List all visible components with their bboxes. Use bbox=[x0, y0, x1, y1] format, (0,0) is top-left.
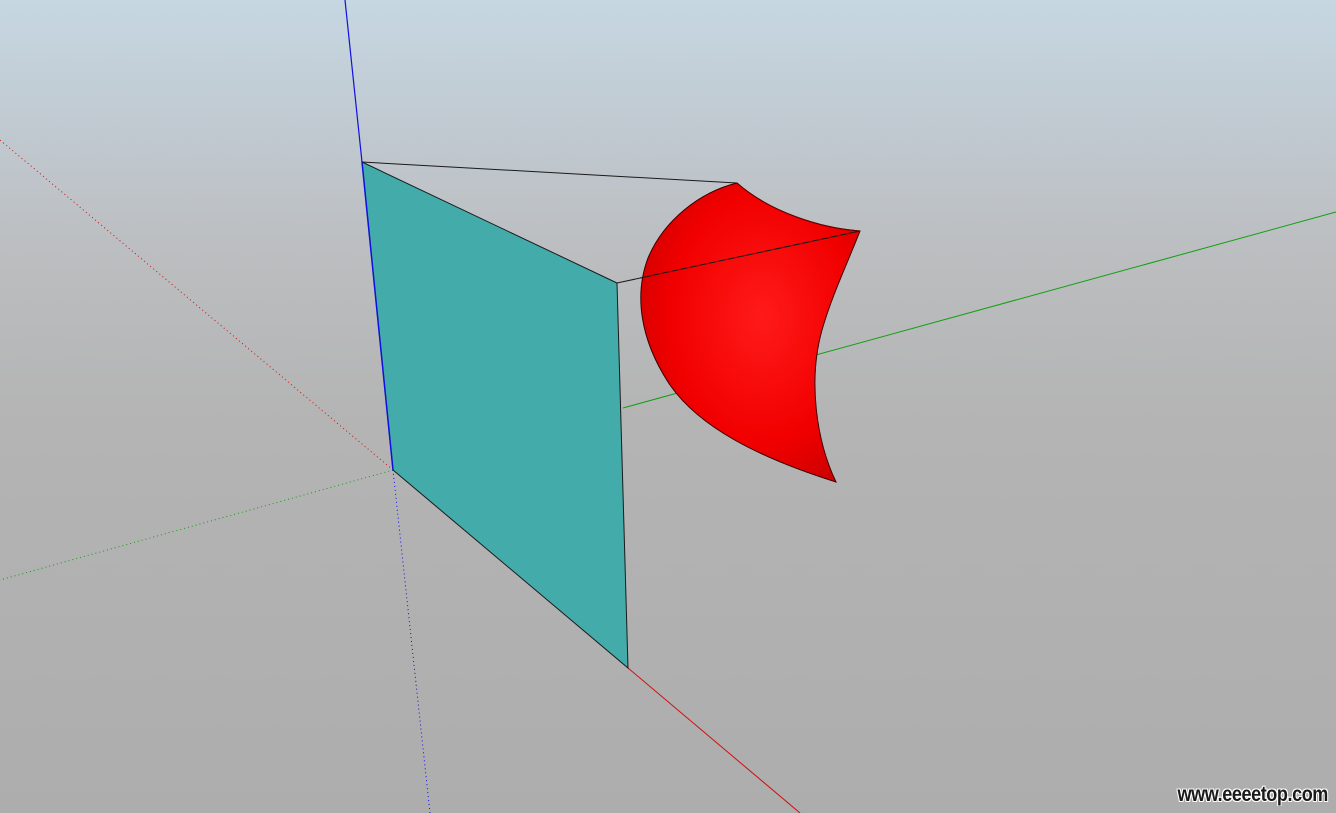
teal-face[interactable] bbox=[361, 161, 629, 670]
3d-viewport[interactable] bbox=[0, 0, 1336, 813]
scene-canvas[interactable] bbox=[0, 0, 1336, 813]
red-axis-negative bbox=[0, 139, 394, 471]
blue-axis-negative bbox=[392, 469, 431, 813]
watermark-text: www.eeeetop.com bbox=[1177, 783, 1329, 806]
green-axis-negative bbox=[0, 469, 394, 581]
axes-negative-dotted bbox=[0, 139, 431, 813]
red-curved-surface[interactable] bbox=[639, 182, 861, 483]
blue-axis bbox=[344, 0, 363, 163]
red-axis bbox=[627, 667, 801, 813]
